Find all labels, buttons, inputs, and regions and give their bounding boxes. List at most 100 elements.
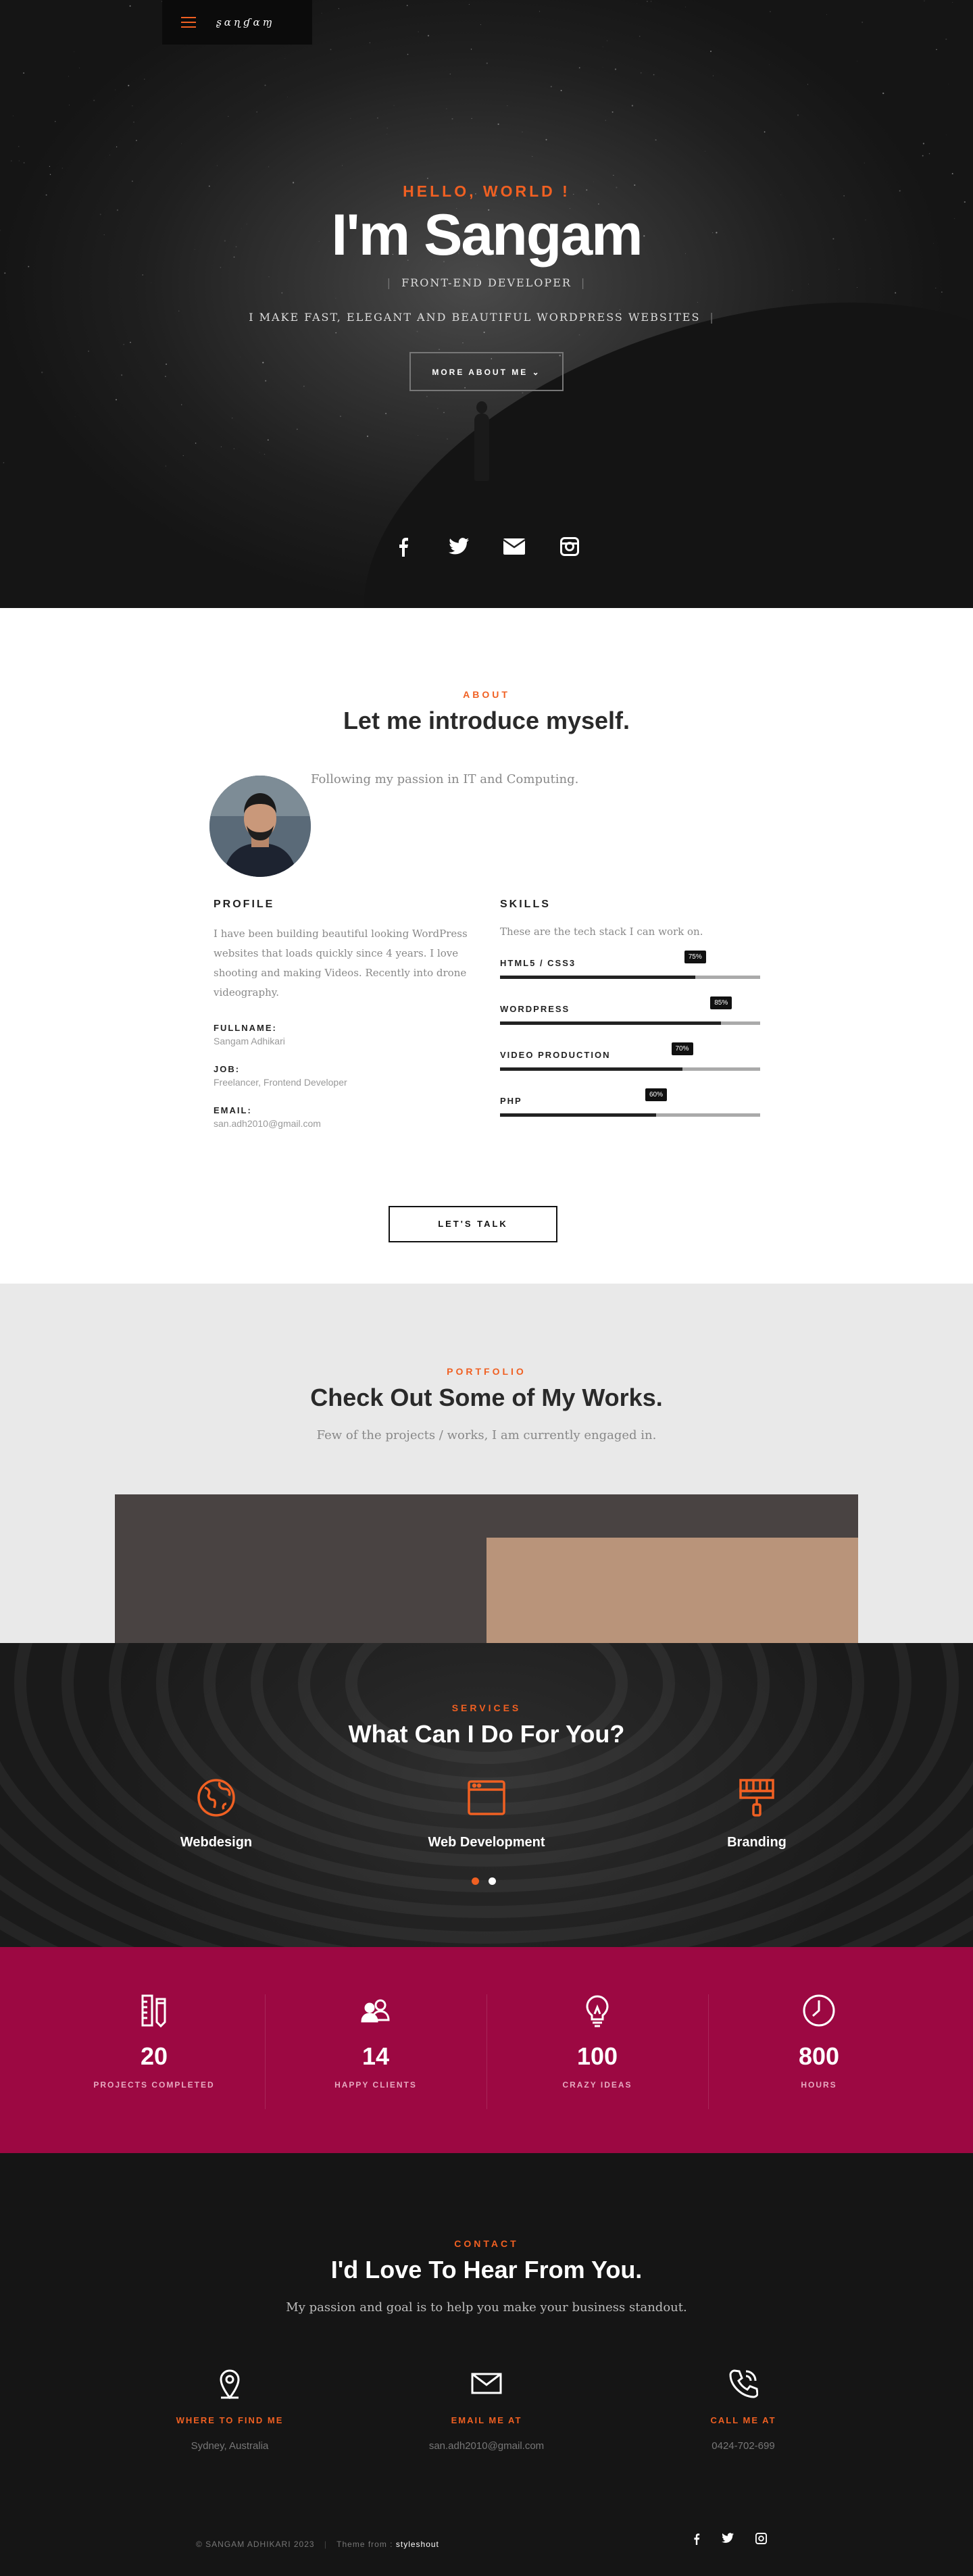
- skill-fill: [500, 1067, 682, 1071]
- about-section: ABOUT Let me introduce myself. Following…: [0, 608, 973, 1284]
- carousel-dots: [472, 1877, 496, 1885]
- more-about-me-label: MORE ABOUT ME: [432, 368, 528, 377]
- facebook-icon[interactable]: [392, 535, 415, 558]
- clock-icon: [708, 1991, 930, 2030]
- stat-number: 14: [361, 2042, 390, 2070]
- phone-icon: [642, 2367, 845, 2400]
- carousel-dot[interactable]: [489, 1877, 496, 1885]
- hero-name: I'm Sangam: [331, 203, 643, 268]
- contact-header: CONTACT I'd Love To Hear From You. My pa…: [0, 2153, 973, 2315]
- service-label: Webdesign: [180, 1835, 253, 1850]
- more-about-me-button[interactable]: MORE ABOUT ME ⌄: [409, 352, 564, 391]
- services-section: SERVICES What Can I Do For You? Webdesig…: [0, 1643, 973, 1947]
- skill-list: HTML5 / CSS3 75% WORDPRESS 85% VIDEO PRODUCT…: [500, 951, 760, 1117]
- hero-content: HELLO, WORLD ! I'm Sangam | FRONT-END DEV…: [0, 182, 973, 391]
- stats-section: 20 PROJECTS COMPLETED 14 HAPPY CLIENTS 1…: [0, 1947, 973, 2153]
- about-title: Let me introduce myself.: [343, 707, 630, 734]
- contact-subtitle: My passion and goal is to help you make …: [286, 2300, 687, 2315]
- stat-label: HOURS: [801, 2080, 837, 2090]
- hero-role: | FRONT-END DEVELOPER |: [386, 276, 587, 289]
- stat-ideas: 100 CRAZY IDEAS: [487, 1991, 708, 2090]
- theme-label: Theme from :: [336, 2540, 393, 2549]
- header-logo-bar: ʂɑɳɠɑɱ: [162, 0, 312, 45]
- skill-name: PHP: [500, 1096, 522, 1106]
- skill-fill: [500, 976, 695, 979]
- portfolio-section: PORTFOLIO Check Out Some of My Works. Fe…: [0, 1284, 973, 1643]
- about-intro: Following my passion in IT and Computing…: [311, 772, 579, 786]
- profile-column: PROFILE I have been building beautiful l…: [214, 899, 477, 1129]
- portfolio-subtitle: Few of the projects / works, I am curren…: [316, 1428, 657, 1442]
- skill-name: HTML5 / CSS3: [500, 958, 576, 968]
- theme-link[interactable]: styleshout: [396, 2540, 439, 2549]
- stat-number: 800: [798, 2042, 840, 2070]
- skill-bar: PHP 60%: [500, 1088, 760, 1117]
- contact-location: WHERE TO FIND ME Sydney, Australia: [128, 2367, 331, 2452]
- services-title: What Can I Do For You?: [348, 1720, 625, 1748]
- contact-email: EMAIL ME AT san.adh2010@gmail.com: [385, 2367, 588, 2452]
- facebook-icon[interactable]: [693, 2533, 700, 2548]
- twitter-icon[interactable]: [722, 2533, 734, 2548]
- hero-tagline: I MAKE FAST, ELEGANT AND BEAUTIFUL WORDP…: [249, 311, 715, 324]
- carousel-dot-active[interactable]: [472, 1877, 479, 1885]
- hero-role-text: FRONT-END DEVELOPER: [401, 276, 572, 289]
- services-header: SERVICES What Can I Do For You?: [0, 1702, 973, 1748]
- contact-value: Sydney, Australia: [191, 2440, 269, 2452]
- footer-copyright: © SANGAM ADHIKARI 2023 | Theme from : st…: [196, 2540, 439, 2549]
- skill-track: [500, 976, 760, 979]
- fullname-label: FULLNAME:: [214, 1023, 277, 1033]
- twitter-icon[interactable]: [447, 535, 470, 558]
- contact-title: I'd Love To Hear From You.: [330, 2256, 643, 2283]
- service-web-development: Web Development: [412, 1775, 561, 1850]
- contact-label: EMAIL ME AT: [451, 2415, 522, 2425]
- instagram-icon[interactable]: [755, 2533, 767, 2548]
- stat-hours: 800 HOURS: [708, 1991, 930, 2090]
- portfolio-header: PORTFOLIO Check Out Some of My Works. Fe…: [0, 1284, 973, 1442]
- users-icon: [265, 1991, 487, 2030]
- contact-label: WHERE TO FIND ME: [176, 2415, 284, 2425]
- service-webdesign: Webdesign: [142, 1775, 291, 1850]
- skill-percent-tooltip: 70%: [671, 1042, 693, 1055]
- contact-section: CONTACT I'd Love To Hear From You. My pa…: [0, 2153, 973, 2576]
- paint-brush-icon: [682, 1775, 831, 1820]
- profile-heading: PROFILE: [214, 899, 275, 910]
- skill-bar: VIDEO PRODUCTION 70%: [500, 1042, 760, 1071]
- stat-projects: 20 PROJECTS COMPLETED: [43, 1991, 265, 2090]
- footer-social-links: [693, 2533, 767, 2548]
- skill-track: [500, 1021, 760, 1025]
- instagram-icon[interactable]: [558, 535, 581, 558]
- contact-value[interactable]: 0424-702-699: [642, 2440, 845, 2452]
- service-label: Web Development: [428, 1835, 545, 1850]
- skill-percent-tooltip: 75%: [684, 951, 706, 963]
- contact-label: CALL ME AT: [710, 2415, 776, 2425]
- map-pin-icon: [128, 2367, 331, 2400]
- contact-value[interactable]: san.adh2010@gmail.com: [385, 2440, 588, 2452]
- fullname-value: Sangam Adhikari: [214, 1036, 285, 1046]
- about-header: ABOUT Let me introduce myself.: [0, 689, 973, 735]
- job-label: JOB:: [214, 1064, 241, 1074]
- skills-heading: SKILLS: [500, 899, 551, 910]
- portfolio-item-tan[interactable]: [487, 1538, 858, 1643]
- portfolio-title: Check Out Some of My Works.: [310, 1384, 663, 1411]
- profile-text: I have been building beautiful looking W…: [214, 928, 468, 999]
- lets-talk-button[interactable]: LET'S TALK: [389, 1206, 557, 1242]
- stat-label: CRAZY IDEAS: [562, 2080, 632, 2090]
- menu-icon[interactable]: [181, 17, 196, 28]
- site-logo[interactable]: ʂɑɳɠɑɱ: [216, 16, 275, 28]
- email-label: EMAIL:: [214, 1105, 252, 1115]
- skill-percent-tooltip: 60%: [645, 1088, 668, 1101]
- job-value: Freelancer, Frontend Developer: [214, 1077, 347, 1088]
- stat-label: HAPPY CLIENTS: [334, 2080, 417, 2090]
- portfolio-kicker: PORTFOLIO: [447, 1366, 526, 1377]
- skill-fill: [500, 1021, 722, 1025]
- globe-icon: [142, 1775, 291, 1820]
- envelope-icon: [385, 2367, 588, 2400]
- skill-bar: HTML5 / CSS3 75%: [500, 951, 760, 979]
- skill-track: [500, 1067, 760, 1071]
- copyright-text: © SANGAM ADHIKARI 2023: [196, 2540, 315, 2549]
- stat-number: 20: [140, 2042, 168, 2070]
- service-label: Branding: [727, 1835, 787, 1850]
- skill-fill: [500, 1113, 656, 1117]
- skills-column: SKILLS These are the tech stack I can wo…: [500, 899, 760, 1117]
- envelope-icon[interactable]: [503, 535, 526, 558]
- contact-phone: CALL ME AT 0424-702-699: [642, 2367, 845, 2452]
